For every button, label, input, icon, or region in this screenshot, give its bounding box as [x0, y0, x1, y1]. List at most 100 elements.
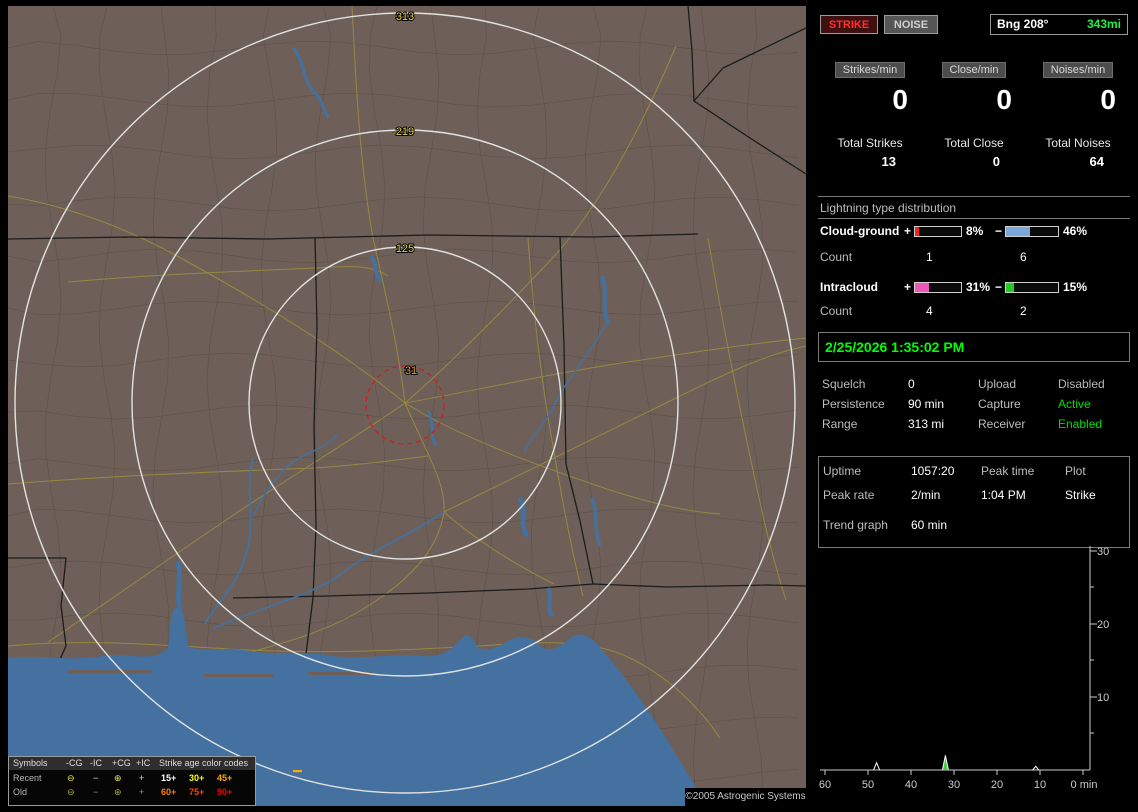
plus-sign: +	[904, 280, 912, 294]
noise-button[interactable]: NOISE	[884, 15, 938, 34]
legend-recent-label: Recent	[13, 773, 42, 783]
old-pos-ic-icon: +	[139, 787, 145, 797]
trend-x-tick-10: 10	[1034, 779, 1046, 791]
cloud-ground-row: Cloud-ground + 8% − 46%	[818, 224, 1130, 240]
minus-sign: −	[995, 224, 1003, 238]
total-close-value: 0	[992, 154, 1000, 169]
total-noises-value: 64	[1089, 154, 1104, 169]
age-code-75: 75+	[189, 787, 205, 797]
legend-age-title: Strike age color codes	[159, 758, 249, 768]
upload-status: Disabled	[1058, 377, 1105, 391]
intracloud-count-row: Count 4 2	[818, 304, 1130, 318]
total-close-label: Total Close	[944, 136, 1004, 150]
age-code-45: 45+	[217, 773, 233, 783]
old-neg-ic-icon: −	[93, 787, 99, 797]
plot-mode-value: Strike	[1065, 488, 1096, 502]
range-ring-label-31: 31	[405, 365, 417, 377]
trend-y-tick-30: 30	[1097, 546, 1109, 558]
trend-x-tick-60: 60	[819, 779, 831, 791]
cg-positive-count: 1	[926, 250, 933, 264]
settings-row-persistence: Persistence 90 min Capture Active	[818, 397, 1130, 415]
lightning-map[interactable]: 313 219 125 31 Symbols -CG -IC +CG +IC S…	[8, 6, 806, 806]
settings-row-range: Range 313 mi Receiver Enabled	[818, 417, 1130, 435]
trend-graph-label: Trend graph	[823, 518, 888, 532]
cg-positive-pct: 8%	[966, 224, 984, 238]
noises-per-min-value: 0	[1100, 84, 1116, 115]
app-window: 313 219 125 31 Symbols -CG -IC +CG +IC S…	[0, 0, 1138, 812]
count-label: Count	[820, 250, 853, 264]
trend-graph: 30 20 10 60 50 40 30 20 10 0 min	[819, 546, 1109, 791]
count-label: Count	[820, 304, 853, 318]
cloud-ground-label: Cloud-ground	[820, 224, 900, 238]
age-code-60: 60+	[161, 787, 177, 797]
capture-status: Active	[1058, 397, 1091, 411]
bearing-distance: 343mi	[1086, 17, 1121, 31]
legend-col-pos-ic: +IC	[136, 758, 151, 768]
persistence-label: Persistence	[822, 397, 885, 411]
trend-spike	[941, 755, 949, 771]
legend-symbols-title: Symbols	[13, 758, 48, 768]
trend-y-tick-10: 10	[1097, 692, 1109, 704]
legend-col-neg-ic: -IC	[90, 758, 102, 768]
capture-label: Capture	[978, 397, 1021, 411]
ic-negative-pct: 15%	[1063, 280, 1088, 294]
trend-window-value: 60 min	[911, 518, 948, 532]
old-neg-cg-icon: ⊖	[67, 787, 75, 797]
recent-neg-cg-icon: ⊖	[67, 773, 75, 783]
age-code-90: 90+	[217, 787, 233, 797]
status-panel: STRIKE NOISE Bng 208° 343mi Strikes/min …	[818, 8, 1130, 806]
total-strikes-value: 13	[881, 154, 896, 169]
range-ring-label-313: 313	[396, 11, 414, 23]
plot-label: Plot	[1065, 464, 1086, 478]
copyright-text: ©2005 Astrogenic Systems	[685, 788, 806, 806]
persistence-value: 90 min	[908, 397, 945, 411]
strike-symbol	[293, 770, 302, 773]
total-strikes-label: Total Strikes	[837, 136, 903, 150]
age-code-15: 15+	[161, 773, 177, 783]
cloud-ground-count-row: Count 1 6	[818, 250, 1130, 264]
strikes-per-min-badge: Strikes/min	[834, 62, 906, 78]
trend-x-tick-40: 40	[905, 779, 917, 791]
old-pos-cg-icon: ⊕	[114, 787, 122, 797]
recent-pos-cg-icon: ⊕	[114, 773, 122, 783]
upload-label: Upload	[978, 377, 1017, 391]
bearing-display: Bng 208° 343mi	[990, 14, 1128, 35]
ic-positive-count: 4	[926, 304, 933, 318]
recent-pos-ic-icon: +	[139, 773, 145, 783]
intracloud-label: Intracloud	[820, 280, 879, 294]
map-legend: Symbols -CG -IC +CG +IC Strike age color…	[8, 756, 256, 806]
bearing-label: Bng 208°	[997, 17, 1049, 31]
trend-spike	[873, 761, 881, 771]
trend-x-tick-30: 30	[948, 779, 960, 791]
receiver-status: Enabled	[1058, 417, 1103, 431]
receiver-label: Receiver	[978, 417, 1026, 431]
divider	[818, 218, 1130, 219]
range-ring-label-125: 125	[396, 243, 414, 255]
peak-time-value: 1:04 PM	[981, 488, 1026, 502]
stats-box: Uptime 1057:20 Peak time Plot Peak rate …	[818, 456, 1130, 548]
total-noises-label: Total Noises	[1045, 136, 1111, 150]
ic-negative-count: 2	[1020, 304, 1027, 318]
trend-spikes	[873, 755, 1040, 771]
peak-time-label: Peak time	[981, 464, 1035, 478]
plus-sign: +	[904, 224, 912, 238]
legend-header: Symbols -CG -IC +CG +IC Strike age color…	[9, 757, 255, 770]
legend-old-row: Old ⊖ − ⊕ + 60+ 75+ 90+	[9, 787, 255, 800]
range-value: 313 mi	[908, 417, 945, 431]
noises-per-min-badge: Noises/min	[1042, 62, 1114, 78]
strike-button[interactable]: STRIKE	[820, 15, 878, 34]
uptime-value: 1057:20	[911, 464, 955, 478]
ic-negative-bar	[1005, 282, 1059, 293]
legend-col-neg-cg: -CG	[66, 758, 83, 768]
ic-positive-pct: 31%	[966, 280, 991, 294]
strike-symbols	[293, 770, 302, 773]
range-ring-label-219: 219	[396, 126, 414, 138]
intracloud-row: Intracloud + 31% − 15%	[818, 280, 1130, 296]
range-label: Range	[822, 417, 858, 431]
close-per-min-badge: Close/min	[941, 62, 1007, 78]
recent-neg-ic-icon: −	[93, 773, 99, 783]
squelch-label: Squelch	[822, 377, 866, 391]
map-canvas: 313 219 125 31	[8, 6, 806, 806]
peak-rate-label: Peak rate	[823, 488, 875, 502]
ic-positive-bar	[914, 282, 962, 293]
